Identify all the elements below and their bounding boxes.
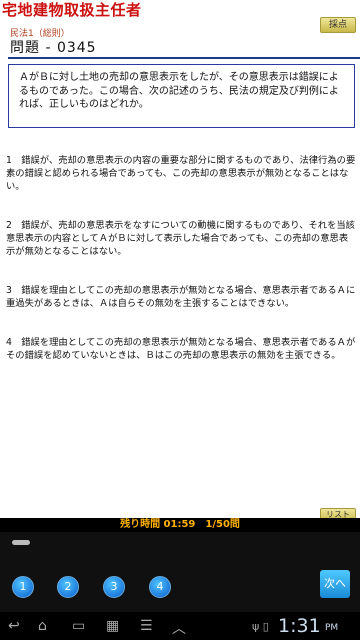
- next-button[interactable]: 次へ: [320, 570, 350, 598]
- usb-icon: ψ ▯: [252, 620, 269, 633]
- home-icon[interactable]: ⌂: [38, 618, 47, 634]
- divider: [8, 57, 360, 59]
- choice-3: 3 錯誤を理由としてこの売却の意思表示が無効となる場合、意思表示者であるＡに重過…: [6, 285, 356, 309]
- screenshot-icon[interactable]: ▦: [106, 618, 119, 634]
- back-icon[interactable]: ↩: [8, 618, 20, 634]
- choice-1: 1 錯誤が、売却の意思表示の内容の重要な部分に関するものであり、法律行為の要素の…: [6, 155, 356, 192]
- score-button[interactable]: 採点: [320, 17, 356, 33]
- answer-button-2[interactable]: 2: [57, 576, 79, 598]
- answer-button-3[interactable]: 3: [103, 576, 125, 598]
- choice-4: 4 錯誤を理由としてこの売却の意思表示が無効となる場合、意思表示者であるＡがその…: [6, 337, 356, 361]
- menu-icon[interactable]: ☰: [140, 618, 153, 634]
- system-nav-bar: ↩ ⌂ ▭ ▦ ☰ ︿ ψ ▯ 1:31 PM: [0, 612, 360, 640]
- answer-panel: 1 2 3 4 次へ: [0, 532, 360, 612]
- answer-button-1[interactable]: 1: [12, 576, 34, 598]
- answer-button-4[interactable]: 4: [149, 576, 171, 598]
- choice-list: 1 錯誤が、売却の意思表示の内容の重要な部分に関するものであり、法律行為の要素の…: [6, 154, 356, 388]
- question-number: 問題 - 0345: [10, 40, 97, 56]
- question-body: ＡがＢに対し土地の売却の意思表示をしたが、その意思表示は錯誤によるものであった。…: [19, 72, 339, 110]
- recent-apps-icon[interactable]: ▭: [72, 618, 85, 634]
- clock-ampm: PM: [325, 623, 339, 633]
- question-text: ＡがＢに対し土地の売却の意思表示をしたが、その意思表示は錯誤によるものであった。…: [8, 64, 355, 128]
- app-title: 宅地建物取扱主任者: [2, 1, 142, 19]
- choice-2: 2 錯誤が、売却の意思表示をなすについての動機に関するものであり、それを当該意思…: [6, 220, 355, 257]
- app-header: 宅地建物取扱主任者: [0, 0, 360, 20]
- timer-status: 残り時間 01:59 1/50問: [0, 518, 360, 532]
- clock: 1:31: [278, 615, 321, 637]
- drag-handle[interactable]: [12, 540, 30, 545]
- chevron-up-icon[interactable]: ︿: [172, 618, 186, 638]
